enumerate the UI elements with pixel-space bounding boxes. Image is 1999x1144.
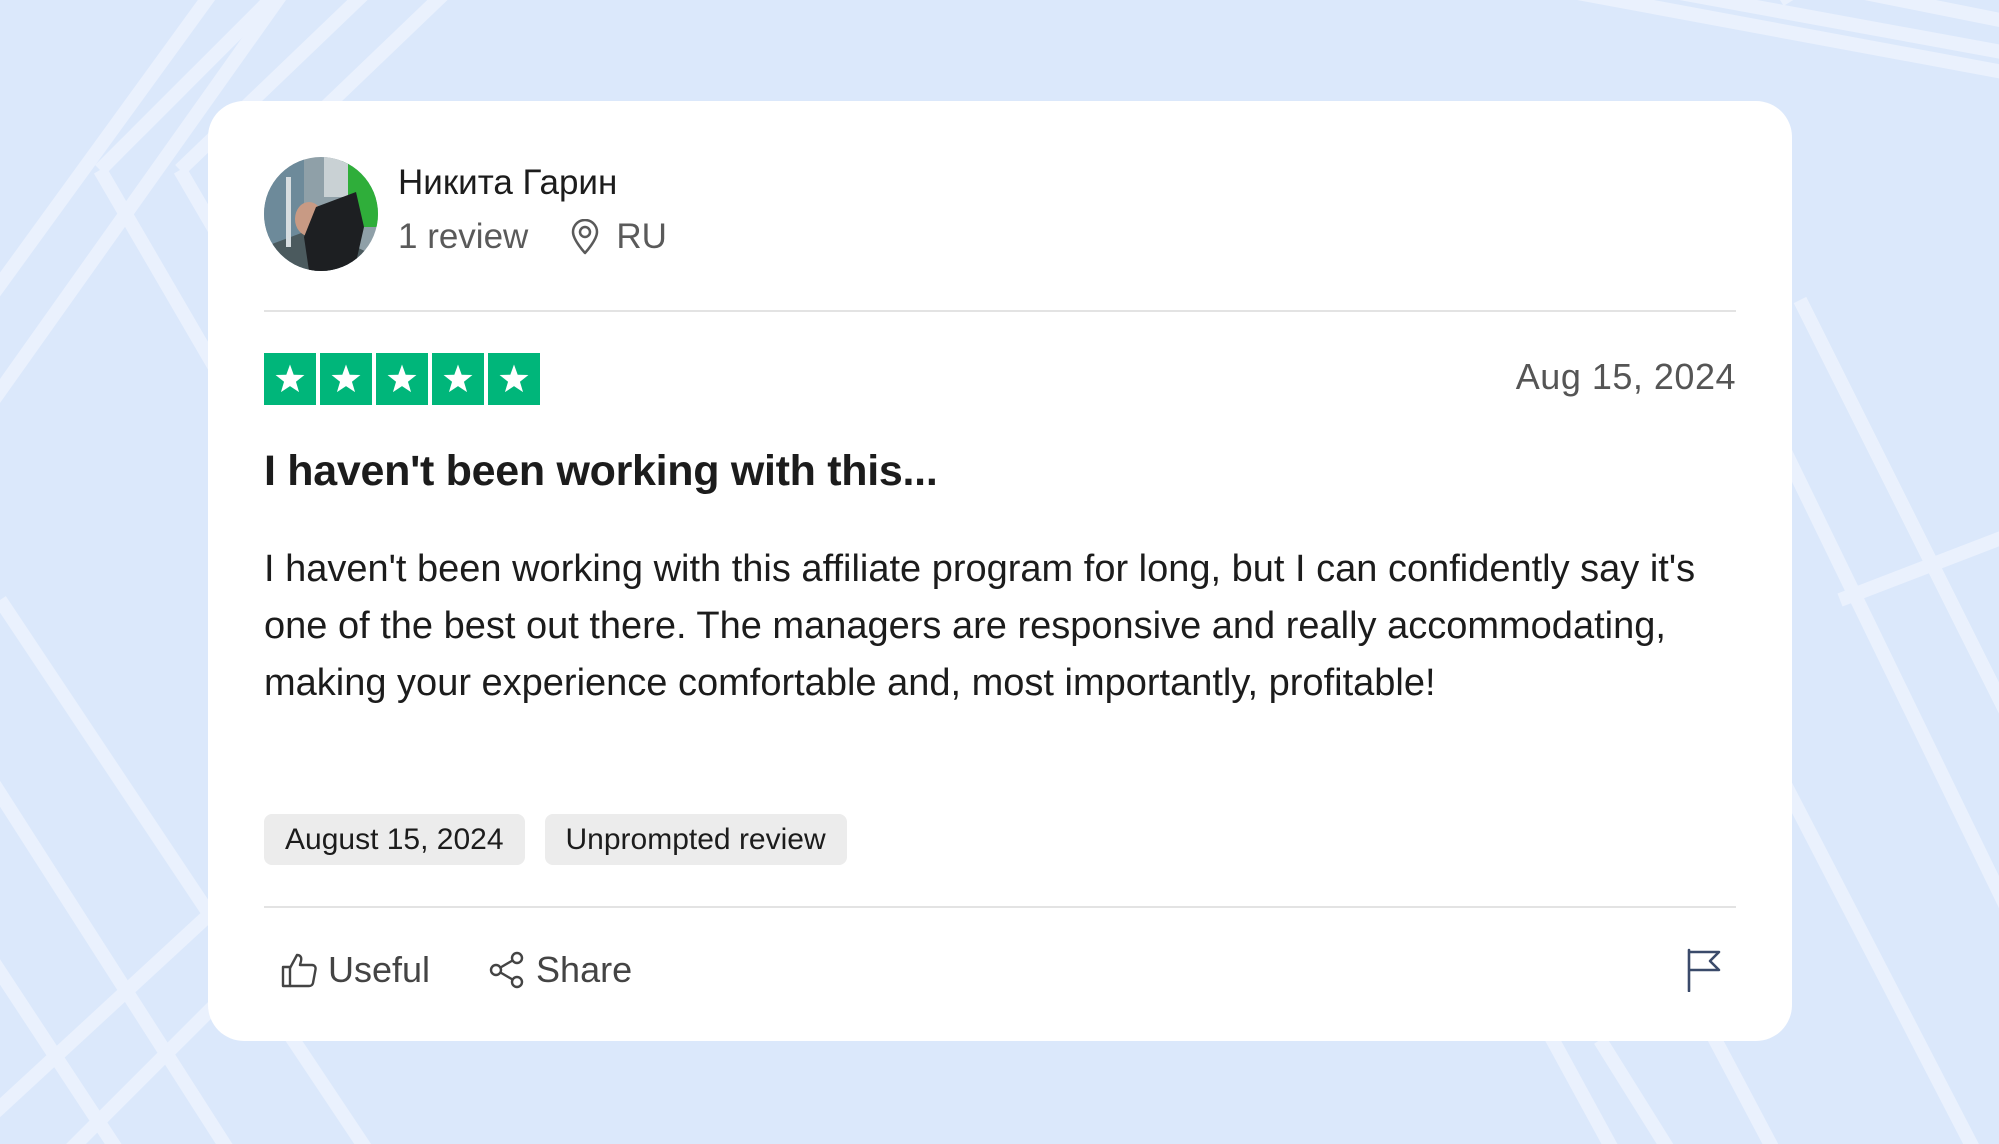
share-button[interactable]: Share — [488, 949, 632, 991]
star-icon — [488, 353, 540, 405]
review-body: I haven't been working with this affilia… — [264, 548, 1696, 704]
star-icon — [320, 353, 372, 405]
review-title[interactable]: I haven't been working with this... — [264, 447, 938, 496]
avatar-photo — [264, 157, 378, 271]
star-icon — [432, 353, 484, 405]
review-tags: August 15, 2024 Unprompted review — [264, 814, 867, 865]
date-of-experience-tag: August 15, 2024 — [264, 814, 525, 865]
location-pin-icon — [572, 219, 599, 255]
star-icon — [264, 353, 316, 405]
star-rating — [264, 353, 544, 405]
useful-button[interactable]: Useful — [280, 949, 430, 991]
share-label: Share — [536, 949, 633, 990]
flag-icon — [1687, 948, 1721, 993]
reviewer-meta: 1 review RU — [398, 215, 667, 259]
review-actions: Useful Share — [280, 949, 690, 991]
thumbs-up-icon — [281, 953, 317, 988]
reviewer-name[interactable]: Никита Гарин — [398, 161, 667, 205]
country-code: RU — [616, 217, 667, 256]
reviewer-header: Никита Гарин 1 review RU — [264, 157, 667, 271]
review-count: 1 review — [398, 217, 529, 256]
unprompted-review-tag[interactable]: Unprompted review — [544, 814, 847, 865]
share-icon — [489, 951, 524, 989]
useful-label: Useful — [328, 949, 431, 990]
header-divider — [264, 310, 1736, 312]
star-icon — [376, 353, 428, 405]
reviewer-avatar[interactable] — [264, 157, 378, 271]
review-card: Никита Гарин 1 review RU Aug 15, 2024 I … — [208, 101, 1792, 1041]
reviewer-info: Никита Гарин 1 review RU — [398, 163, 667, 259]
reviewer-location: RU — [570, 215, 667, 259]
report-flag-button[interactable] — [1686, 948, 1722, 997]
page-background: Никита Гарин 1 review RU Aug 15, 2024 I … — [0, 0, 1999, 1144]
footer-divider — [264, 906, 1736, 908]
review-date: Aug 15, 2024 — [1515, 356, 1736, 397]
